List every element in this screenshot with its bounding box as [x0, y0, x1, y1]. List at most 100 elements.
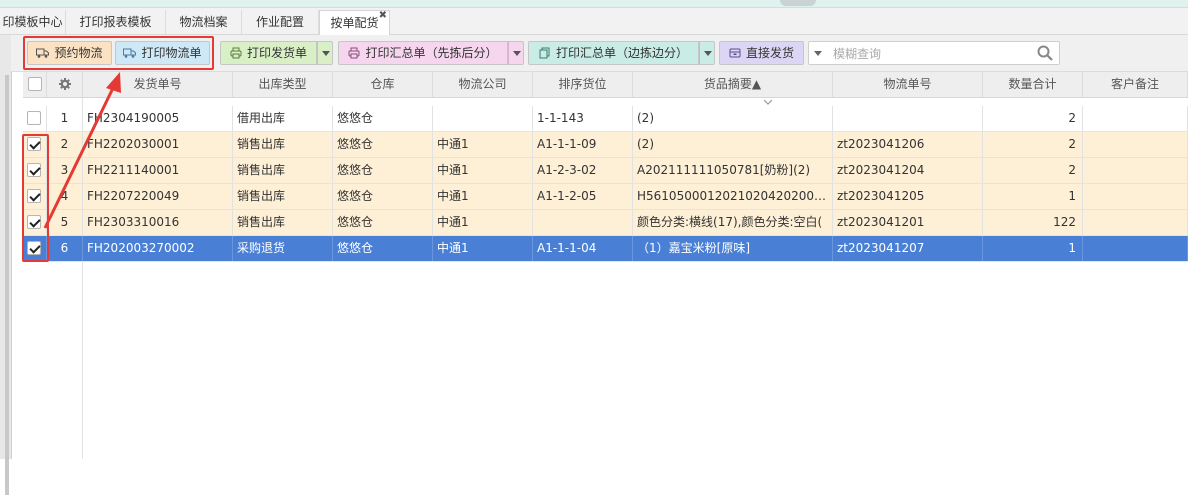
row-checkbox[interactable]	[27, 111, 41, 125]
table-cell[interactable]: zt2023041205	[833, 184, 983, 209]
table-row[interactable]: 5 FH2303310016 销售出库 悠悠仓 中通1 颜色分类:横线(17),颜色分类:…	[23, 210, 1188, 236]
table-cell[interactable]	[533, 210, 633, 235]
table-cell[interactable]: FH2303310016	[83, 210, 233, 235]
box-icon	[729, 48, 741, 58]
close-icon[interactable]: ✖	[379, 4, 387, 28]
print-summary-pick-button[interactable]: 打印汇总单（边拣边分）	[528, 41, 699, 65]
table-cell[interactable]: 1	[983, 184, 1083, 209]
column-header-sorted[interactable]: 货品摘要▲	[633, 72, 833, 97]
table-cell[interactable]: （1）嘉宝米粉[原味]	[633, 236, 833, 261]
table-cell[interactable]: 销售出库	[233, 132, 333, 157]
column-settings[interactable]	[47, 72, 83, 97]
direct-ship-button[interactable]: 直接发货	[719, 41, 804, 65]
table-cell[interactable]	[1083, 132, 1188, 157]
table-cell[interactable]: zt2023041206	[833, 132, 983, 157]
table-cell[interactable]: 悠悠仓	[333, 210, 433, 235]
table-cell[interactable]	[1083, 210, 1188, 235]
scrollbar-thumb[interactable]	[5, 75, 9, 495]
table-row[interactable]: 1 FH2304190005 借用出库 悠悠仓 1-1-143 (2) 2	[23, 106, 1188, 132]
column-header[interactable]: 物流单号	[833, 72, 983, 97]
chevron-down-icon[interactable]	[763, 99, 773, 105]
row-index: 6	[47, 236, 83, 261]
tab-order-picking[interactable]: 按单配货 ✖	[319, 10, 390, 35]
table-cell[interactable]: FH202003270002	[83, 236, 233, 261]
table-cell[interactable]	[833, 106, 983, 131]
select-all-checkbox[interactable]	[28, 77, 42, 91]
table-cell[interactable]: (2)	[633, 106, 833, 131]
tab-operation-config[interactable]: 作业配置	[242, 10, 319, 34]
table-cell[interactable]: A1-1-1-09	[533, 132, 633, 157]
column-header[interactable]: 数量合计	[983, 72, 1083, 97]
table-cell[interactable]: 采购退货	[233, 236, 333, 261]
table-cell[interactable]: 2	[983, 158, 1083, 183]
row-index: 3	[47, 158, 83, 183]
table-cell[interactable]: 中通1	[433, 132, 533, 157]
table-cell[interactable]: 122	[983, 210, 1083, 235]
print-summary-first-button[interactable]: 打印汇总单（先拣后分）	[338, 41, 508, 65]
column-header[interactable]: 客户备注	[1083, 72, 1188, 97]
table-cell[interactable]: 销售出库	[233, 210, 333, 235]
table-cell[interactable]	[1083, 158, 1188, 183]
grid-header: 发货单号 出库类型 仓库 物流公司 排序货位 货品摘要▲ 物流单号 数量合计 客…	[23, 72, 1188, 98]
table-cell[interactable]: 颜色分类:横线(17),颜色分类:空白(	[633, 210, 833, 235]
column-header[interactable]: 仓库	[333, 72, 433, 97]
table-cell[interactable]: 销售出库	[233, 184, 333, 209]
column-header[interactable]: 物流公司	[433, 72, 533, 97]
table-cell[interactable]: 悠悠仓	[333, 236, 433, 261]
table-cell[interactable]: H56105000120210204202000000	[633, 184, 833, 209]
table-cell[interactable]: 悠悠仓	[333, 158, 433, 183]
table-cell[interactable]: 2	[983, 132, 1083, 157]
table-row[interactable]: 3 FH2211140001 销售出库 悠悠仓 中通1 A1-2-3-02 A2021111…	[23, 158, 1188, 184]
search-icon[interactable]	[1037, 45, 1053, 61]
search-scope-dropdown[interactable]	[814, 51, 822, 56]
tab-logistics-archive[interactable]: 物流档案	[166, 10, 242, 34]
table-cell[interactable]	[1083, 236, 1188, 261]
table-cell[interactable]: 悠悠仓	[333, 132, 433, 157]
left-scrollbar[interactable]	[0, 35, 12, 495]
table-cell[interactable]: 中通1	[433, 210, 533, 235]
table-cell[interactable]: zt2023041204	[833, 158, 983, 183]
tab-print-report-template[interactable]: 打印报表模板	[66, 10, 166, 34]
table-row[interactable]: 4 FH2207220049 销售出库 悠悠仓 中通1 A1-1-2-05 H5610500…	[23, 184, 1188, 210]
table-cell[interactable]: 1	[983, 236, 1083, 261]
table-cell[interactable]	[1083, 184, 1188, 209]
print-delivery-dropdown[interactable]	[317, 41, 333, 65]
column-header[interactable]: 排序货位	[533, 72, 633, 97]
column-header[interactable]: 发货单号	[83, 72, 233, 97]
table-cell[interactable]: FH2202030001	[83, 132, 233, 157]
table-cell[interactable]: A202111111050781[奶粉](2)	[633, 158, 833, 183]
table-cell[interactable]: FH2207220049	[83, 184, 233, 209]
column-header[interactable]: 出库类型	[233, 72, 333, 97]
table-cell[interactable]: A1-1-1-04	[533, 236, 633, 261]
table-row[interactable]: 6 FH202003270002 采购退货 悠悠仓 中通1 A1-1-1-04 （1）嘉宝米…	[23, 236, 1188, 262]
print-delivery-button[interactable]: 打印发货单	[220, 41, 317, 65]
table-cell[interactable]: 中通1	[433, 184, 533, 209]
tab-template-center[interactable]: 印模板中心	[0, 10, 66, 34]
table-cell[interactable]: zt2023041201	[833, 210, 983, 235]
collapse-handle[interactable]	[780, 0, 816, 6]
table-cell[interactable]: 2	[983, 106, 1083, 131]
table-cell[interactable]: 悠悠仓	[333, 106, 433, 131]
table-cell[interactable]: 中通1	[433, 158, 533, 183]
table-cell[interactable]: FH2304190005	[83, 106, 233, 131]
table-cell[interactable]: 中通1	[433, 236, 533, 261]
row-index: 5	[47, 210, 83, 235]
table-cell[interactable]	[433, 106, 533, 131]
table-cell[interactable]	[1083, 106, 1188, 131]
table-cell[interactable]: FH2211140001	[83, 158, 233, 183]
search-box[interactable]	[808, 41, 1060, 65]
table-cell[interactable]: A1-2-3-02	[533, 158, 633, 183]
table-cell[interactable]: 1-1-143	[533, 106, 633, 131]
table-cell[interactable]: 借用出库	[233, 106, 333, 131]
table-cell[interactable]: 销售出库	[233, 158, 333, 183]
table-cell[interactable]: zt2023041207	[833, 236, 983, 261]
table-cell[interactable]: A1-1-2-05	[533, 184, 633, 209]
print-summary-first-dropdown[interactable]	[508, 41, 524, 65]
table-row[interactable]: 2 FH2202030001 销售出库 悠悠仓 中通1 A1-1-1-09 (2) zt202…	[23, 132, 1188, 158]
filter-row	[23, 98, 1188, 106]
search-input[interactable]	[831, 44, 1030, 64]
window-top-strip	[0, 0, 1188, 8]
table-cell[interactable]: 悠悠仓	[333, 184, 433, 209]
table-cell[interactable]: (2)	[633, 132, 833, 157]
print-summary-pick-dropdown[interactable]	[699, 41, 715, 65]
